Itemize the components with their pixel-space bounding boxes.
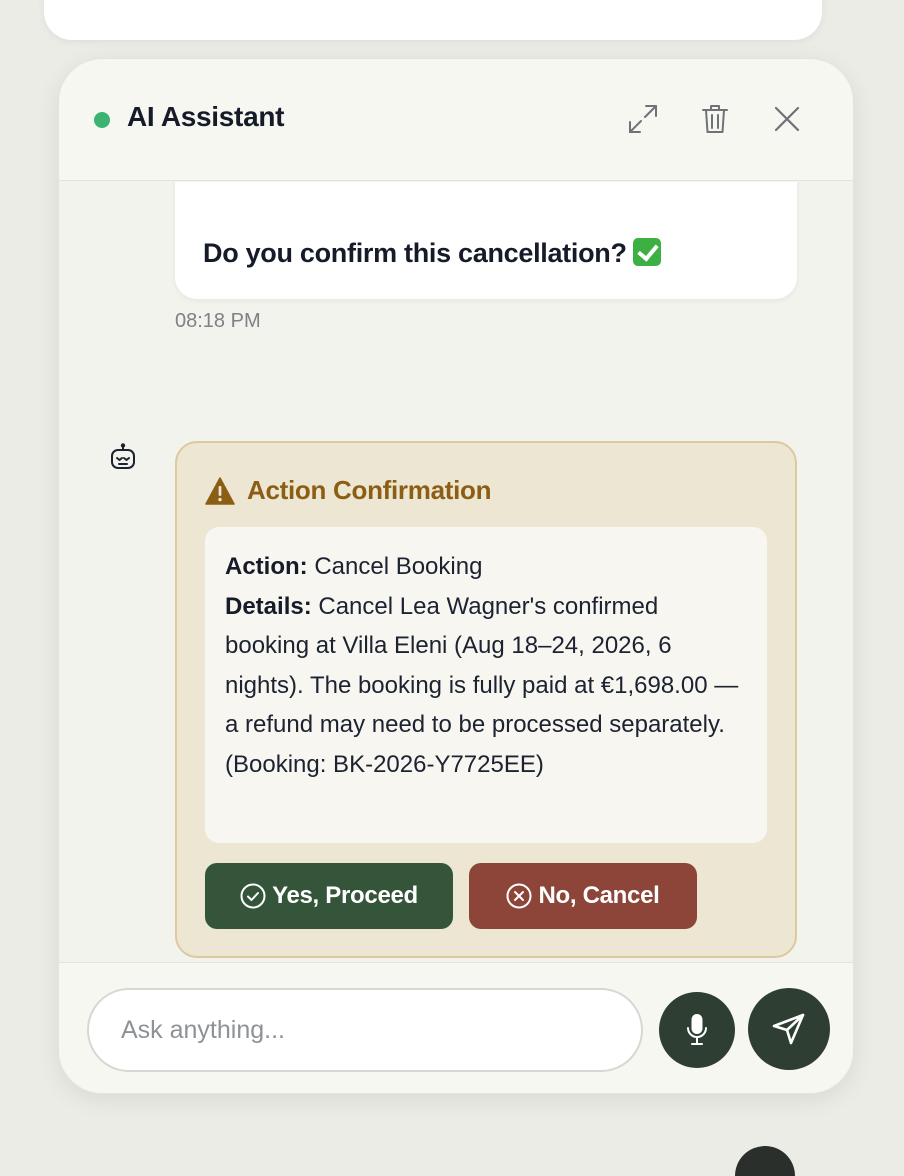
message-timestamp: 08:18 PM [175,310,261,332]
clear-chat-button[interactable] [695,99,735,139]
no-cancel-button[interactable]: No, Cancel [469,863,697,929]
online-status-dot [94,112,110,128]
action-row: Action: Cancel Booking [225,553,483,580]
action-details: Action: Cancel Booking Details: Cancel L… [205,527,767,843]
warning-icon [205,476,235,505]
microphone-icon [687,1014,707,1045]
details-row: Details: Cancel Lea Wagner's confirmed b… [225,592,739,778]
expand-icon [629,105,657,133]
send-icon [772,1013,805,1045]
check-mark-emoji-icon [632,238,661,266]
action-confirmation-card: Action Confirmation Action: Cancel Booki… [175,441,797,958]
confirmation-header: Action Confirmation [205,475,491,506]
chat-header: AI Assistant [59,59,853,181]
expand-button[interactable] [623,99,663,139]
yes-proceed-button[interactable]: Yes, Proceed [205,863,453,929]
robot-icon [111,443,135,469]
send-button[interactable] [748,988,830,1070]
background-element [735,1146,795,1176]
previous-card [44,0,822,40]
confirm-question: Do you confirm this cancellation? [203,238,661,269]
message-composer [59,962,853,1093]
check-circle-icon [240,883,266,909]
message-list[interactable]: Do you confirm this cancellation? 08:18 … [59,182,853,962]
message-input[interactable] [87,988,643,1072]
close-icon [774,106,800,132]
chat-title: AI Assistant [127,101,285,132]
voice-input-button[interactable] [659,992,735,1068]
chat-window: AI Assistant Do you confirm this cancell… [58,58,854,1094]
confirmation-title: Action Confirmation [247,475,492,505]
trash-icon [702,105,728,133]
assistant-message-bubble: Do you confirm this cancellation? [175,182,797,299]
close-button[interactable] [767,99,807,139]
x-circle-icon [506,883,532,909]
